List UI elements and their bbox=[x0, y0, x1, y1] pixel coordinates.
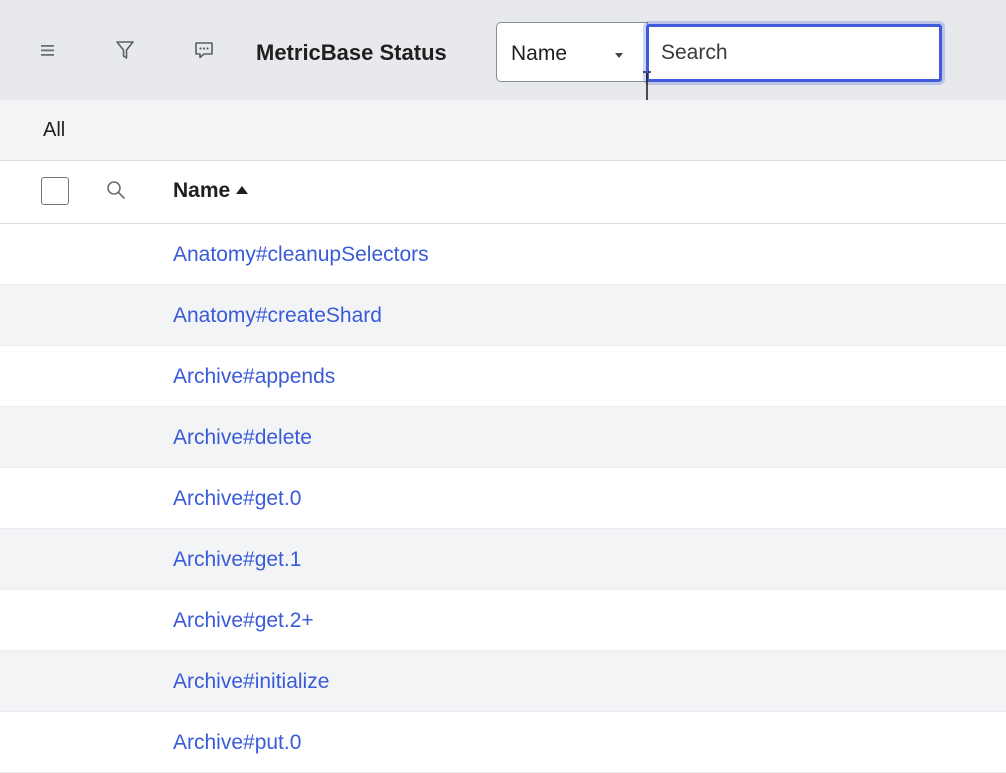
search-field-select-value: Name bbox=[511, 42, 568, 65]
hamburger-icon[interactable] bbox=[34, 36, 62, 64]
row-name-link[interactable]: Archive#put.0 bbox=[173, 731, 301, 755]
row-name-link[interactable]: Archive#delete bbox=[173, 426, 312, 450]
search-input[interactable] bbox=[646, 24, 942, 82]
search-field-select[interactable]: Name bbox=[496, 22, 648, 82]
page-title: MetricBase Status bbox=[256, 40, 447, 65]
row-name-link[interactable]: Anatomy#createShard bbox=[173, 304, 382, 328]
row-name-link[interactable]: Archive#initialize bbox=[173, 670, 329, 694]
text-cursor-icon bbox=[643, 71, 651, 103]
chat-bubble-icon[interactable] bbox=[190, 36, 218, 64]
table-row: Archive#get.1 bbox=[0, 529, 1006, 590]
table-body: Anatomy#cleanupSelectors Anatomy#createS… bbox=[0, 224, 1006, 773]
table-row: Anatomy#cleanupSelectors bbox=[0, 224, 1006, 285]
row-name-link[interactable]: Archive#get.0 bbox=[173, 487, 301, 511]
select-all-checkbox[interactable] bbox=[41, 177, 69, 205]
breadcrumb-all[interactable]: All bbox=[43, 119, 65, 142]
table-row: Archive#get.2+ bbox=[0, 590, 1006, 651]
funnel-icon[interactable] bbox=[111, 36, 139, 64]
table-row: Anatomy#createShard bbox=[0, 285, 1006, 346]
table-row: Archive#appends bbox=[0, 346, 1006, 407]
table-row: Archive#get.0 bbox=[0, 468, 1006, 529]
filter-breadcrumb-bar bbox=[0, 100, 1006, 161]
chevron-down-icon bbox=[615, 53, 623, 58]
table-row: Archive#initialize bbox=[0, 651, 1006, 712]
table-row: Archive#delete bbox=[0, 407, 1006, 468]
column-header-row bbox=[0, 161, 1006, 224]
sort-ascending-icon[interactable] bbox=[236, 186, 248, 194]
row-name-link[interactable]: Anatomy#cleanupSelectors bbox=[173, 243, 429, 267]
row-name-link[interactable]: Archive#get.1 bbox=[173, 548, 301, 572]
row-name-link[interactable]: Archive#get.2+ bbox=[173, 609, 314, 633]
search-icon[interactable] bbox=[104, 178, 128, 202]
row-name-link[interactable]: Archive#appends bbox=[173, 365, 335, 389]
table-row: Archive#put.0 bbox=[0, 712, 1006, 773]
column-header-name[interactable]: Name bbox=[173, 179, 230, 203]
